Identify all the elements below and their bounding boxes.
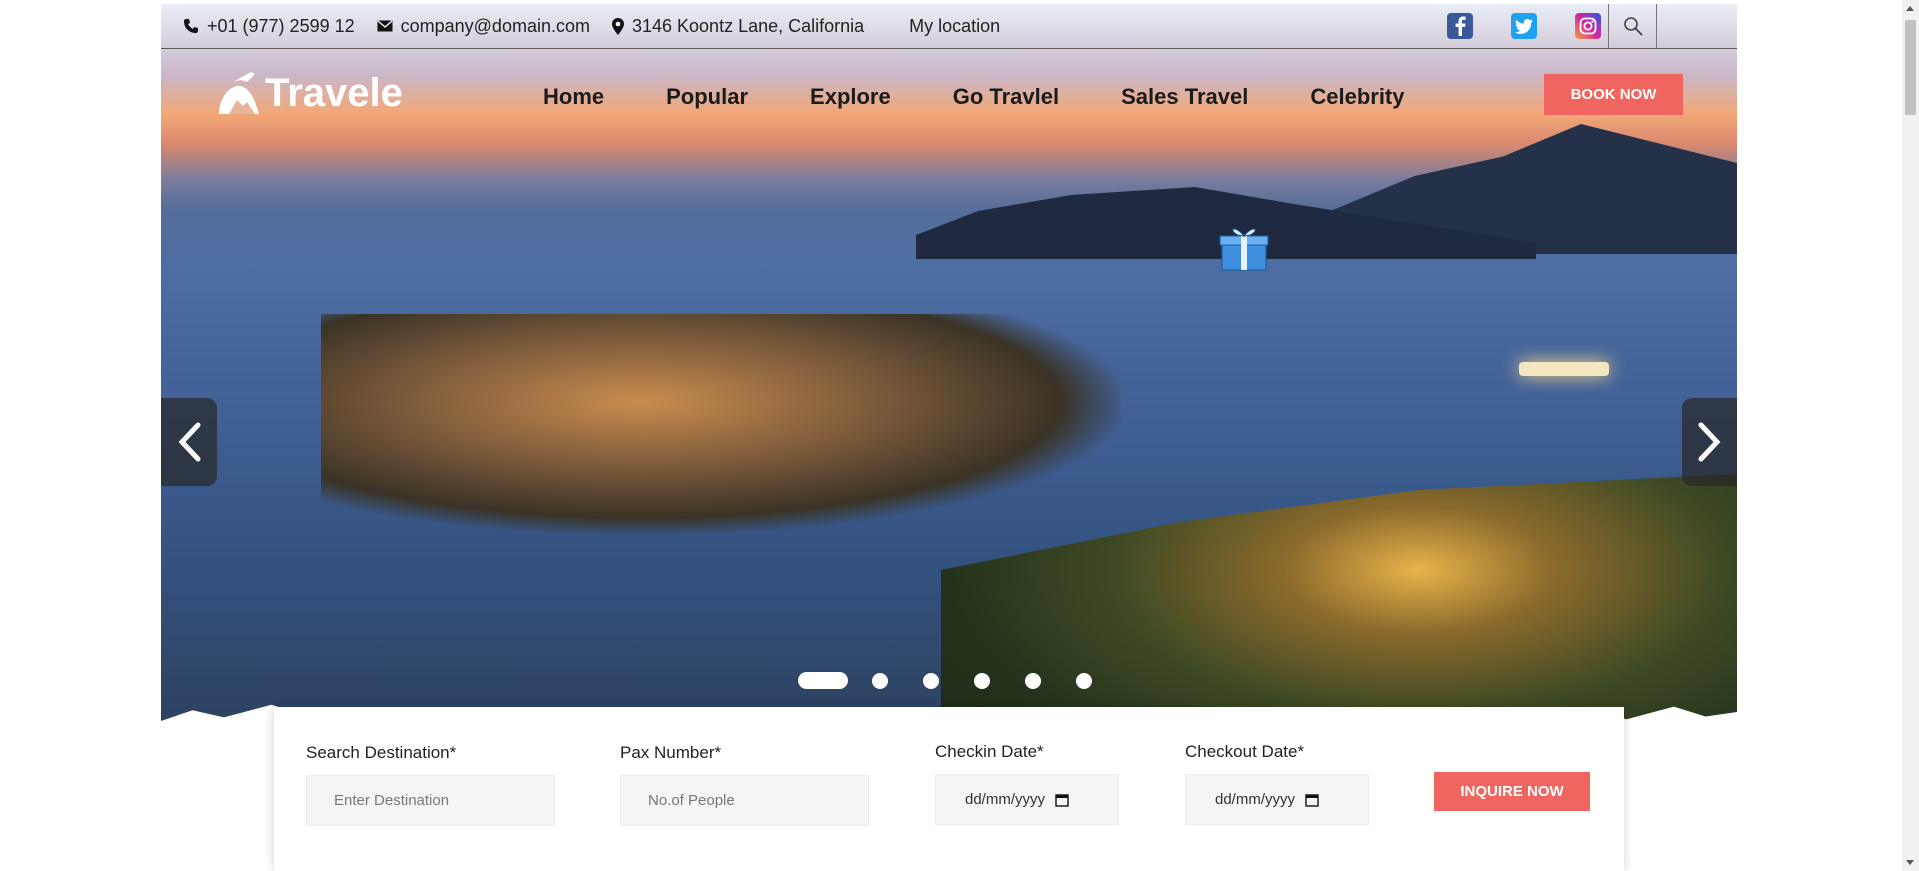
- hero-boat: [1519, 362, 1609, 376]
- destination-input[interactable]: Enter Destination: [306, 775, 555, 826]
- chevron-right-icon: [1698, 422, 1721, 462]
- slider-next-button[interactable]: [1682, 398, 1737, 486]
- pax-field: Pax Number* No.of People: [620, 743, 869, 826]
- social-links: [1409, 4, 1601, 48]
- scrollbar-thumb[interactable]: [1905, 20, 1916, 115]
- page-scrollbar[interactable]: [1902, 0, 1919, 871]
- contact-address: 3146 Koontz Lane, California: [611, 15, 865, 37]
- chevron-left-icon: [178, 422, 201, 462]
- slider-dot-6[interactable]: [1076, 672, 1092, 689]
- slider-dot-1[interactable]: [798, 672, 848, 689]
- brand-name: Travele: [265, 70, 403, 115]
- slider-prev-button[interactable]: [161, 398, 217, 486]
- facebook-icon[interactable]: [1447, 13, 1473, 39]
- checkin-date-input[interactable]: dd/mm/yyyy: [935, 774, 1119, 825]
- pax-label: Pax Number*: [620, 743, 722, 762]
- contact-phone[interactable]: +01 (977) 2599 12: [183, 16, 355, 37]
- brand-logo[interactable]: Travele: [217, 70, 403, 116]
- destination-field: Search Destination* Enter Destination: [306, 743, 555, 826]
- pax-input[interactable]: No.of People: [620, 775, 869, 826]
- search-button[interactable]: [1608, 4, 1657, 48]
- destination-placeholder: Enter Destination: [334, 792, 450, 809]
- slider-dot-4[interactable]: [974, 672, 990, 689]
- checkout-date-value: dd/mm/yyyy: [1215, 791, 1296, 808]
- checkout-field: Checkout Date* dd/mm/yyyy: [1185, 742, 1369, 825]
- search-icon: [1623, 17, 1643, 36]
- nav-item-home[interactable]: Home: [543, 84, 604, 110]
- checkout-date-input[interactable]: dd/mm/yyyy: [1185, 774, 1369, 825]
- mail-icon: [377, 20, 393, 32]
- pax-placeholder: No.of People: [648, 792, 735, 809]
- scroll-up-icon[interactable]: [1906, 6, 1914, 11]
- nav-item-explore[interactable]: Explore: [810, 84, 891, 110]
- inquire-now-button[interactable]: INQUIRE NOW: [1434, 772, 1590, 811]
- gift-icon[interactable]: [1218, 224, 1270, 272]
- calendar-icon[interactable]: [1055, 793, 1069, 807]
- inquiry-form: Search Destination* Enter Destination Pa…: [274, 707, 1624, 871]
- scroll-down-icon[interactable]: [1906, 860, 1914, 865]
- phone-icon: [184, 19, 198, 33]
- slider-dots: [798, 672, 1127, 689]
- slider-dot-5[interactable]: [1025, 672, 1041, 689]
- book-now-button[interactable]: BOOK NOW: [1544, 74, 1683, 115]
- checkin-label: Checkin Date*: [935, 742, 1044, 761]
- slider-dot-2[interactable]: [872, 672, 888, 689]
- hero-slider: [161, 4, 1737, 780]
- contact-email[interactable]: company@domain.com: [377, 16, 590, 37]
- nav-item-sales-travel[interactable]: Sales Travel: [1121, 84, 1248, 110]
- mountain-plane-icon: [219, 72, 259, 114]
- map-pin-icon: [611, 17, 624, 35]
- top-bar: +01 (977) 2599 12 company@domain.com 314…: [161, 4, 1737, 49]
- checkout-label: Checkout Date*: [1185, 742, 1305, 761]
- page-frame: +01 (977) 2599 12 company@domain.com 314…: [161, 4, 1737, 780]
- instagram-icon[interactable]: [1575, 13, 1601, 39]
- address-text: 3146 Koontz Lane, California: [631, 15, 865, 36]
- nav-item-go-travlel[interactable]: Go Travlel: [953, 84, 1059, 110]
- main-nav: Home Popular Explore Go Travlel Sales Tr…: [543, 84, 1467, 110]
- checkin-date-value: dd/mm/yyyy: [965, 791, 1046, 808]
- calendar-icon[interactable]: [1305, 793, 1319, 807]
- phone-text: +01 (977) 2599 12: [207, 15, 355, 36]
- twitter-icon[interactable]: [1511, 13, 1537, 39]
- destination-label: Search Destination*: [306, 743, 457, 762]
- nav-item-celebrity[interactable]: Celebrity: [1310, 84, 1404, 110]
- slider-dot-3[interactable]: [923, 672, 939, 689]
- my-location-link[interactable]: My location: [909, 16, 1000, 37]
- nav-item-popular[interactable]: Popular: [666, 84, 748, 110]
- checkin-field: Checkin Date* dd/mm/yyyy: [935, 742, 1119, 825]
- email-text: company@domain.com: [400, 15, 590, 36]
- hero-island: [321, 314, 1121, 534]
